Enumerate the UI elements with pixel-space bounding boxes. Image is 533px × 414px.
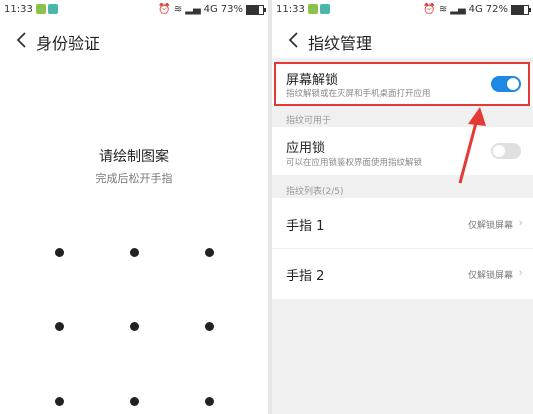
battery-icon [246, 4, 266, 15]
pattern-dot[interactable] [205, 248, 214, 257]
app-notification-icon [36, 4, 46, 14]
page-title: 身份验证 [36, 34, 101, 53]
battery-percent: 73% [220, 4, 243, 15]
notification-icons [36, 4, 58, 14]
network-label: 4G [203, 4, 218, 15]
identity-verification-screen: 11:33 ⏰ ≋ ▂▄ 4G 73% 身份验证 请绘制图案 完成后松开手指 [0, 0, 268, 414]
status-bar: 11:33 ⏰ ≋ ▂▄ 4G 73% [0, 0, 268, 22]
pattern-dot[interactable] [205, 397, 214, 406]
pattern-dot[interactable] [55, 322, 64, 331]
title-bar: 身份验证 [0, 24, 268, 56]
phone-screenshot-pair: 11:33 ⏰ ≋ ▂▄ 4G 73% 身份验证 请绘制图案 完成后松开手指 1… [0, 0, 533, 414]
status-time: 11:33 [4, 4, 33, 15]
pattern-hint: 完成后松开手指 [95, 172, 173, 185]
pattern-dot[interactable] [55, 248, 64, 257]
app-notification-icon [48, 4, 58, 14]
wifi-icon: ≋ [173, 4, 183, 15]
pattern-dot[interactable] [55, 397, 64, 406]
pattern-dot[interactable] [205, 322, 214, 331]
pattern-dot[interactable] [130, 248, 139, 257]
status-right: ⏰ ≋ ▂▄ 4G 73% [158, 4, 266, 15]
red-arrow-annotation [458, 107, 486, 184]
fingerprint-management-screen: 11:33 ⏰ ≋ ▂▄ 4G 72% 指纹管理 屏幕解锁 指纹解锁或在灭屏和手… [272, 0, 533, 414]
signal-icon: ▂▄ [185, 4, 201, 15]
alarm-icon: ⏰ [158, 4, 171, 15]
back-arrow-icon[interactable] [12, 30, 32, 50]
pattern-dot[interactable] [130, 322, 139, 331]
pattern-prompt: 请绘制图案 [99, 149, 169, 165]
pattern-dot[interactable] [130, 397, 139, 406]
